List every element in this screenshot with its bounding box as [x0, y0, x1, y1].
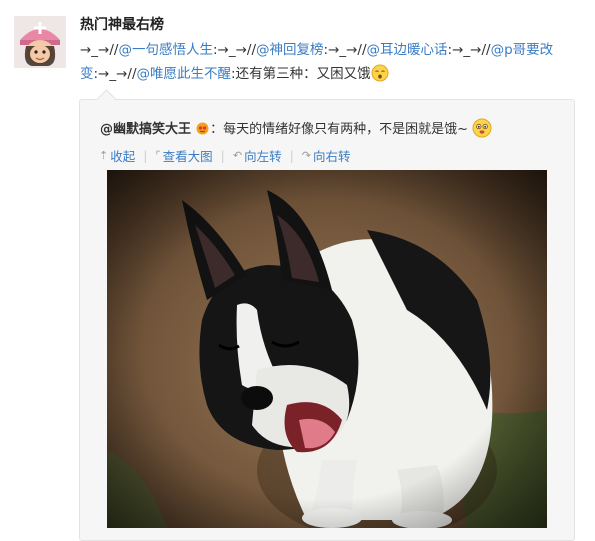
mention-link[interactable]: @神回复榜: [256, 42, 324, 58]
view-large-label: 查看大图: [162, 149, 213, 164]
post-text: →_→//@一句感悟人生:→_→//@神回复榜:→_→//@耳边暖心话:→_→/…: [80, 38, 580, 86]
view-large-button[interactable]: ⌜ 查看大图: [155, 146, 212, 165]
mention-link[interactable]: @唯愿此生不醒: [137, 66, 232, 82]
image-toolbar: ⇡ 收起 | ⌜ 查看大图 | ↶ 向左转 | ↷ 向右转: [99, 146, 351, 165]
yawning-dog-image: [107, 170, 547, 528]
rotate-right-button[interactable]: ↷ 向右转: [302, 146, 351, 165]
avatar[interactable]: [14, 16, 66, 68]
sleepy-face-emoji: [371, 64, 389, 82]
collapse-label: 收起: [110, 149, 136, 164]
post-author-name[interactable]: 热门神最右榜: [80, 14, 164, 34]
rotate-right-icon: ↷: [301, 149, 312, 162]
vip-badge-icon: [196, 122, 209, 135]
rotate-right-label: 向右转: [313, 149, 351, 164]
zoom-image-icon: ⌜: [155, 149, 161, 162]
rotate-left-button[interactable]: ↶ 向左转: [233, 146, 282, 165]
post-segment: :→_→//: [447, 42, 491, 58]
rotate-left-label: 向左转: [244, 149, 282, 164]
repost-text: ：每天的情绪好像只有两种，不是困就是饿~: [210, 122, 469, 137]
collapse-button[interactable]: ⇡ 收起: [99, 146, 135, 165]
post-segment: :→_→//: [212, 42, 257, 58]
collapse-arrow-icon: ⇡: [99, 149, 109, 162]
avatar-chopper-image: [14, 16, 66, 68]
repost-content: @幽默搞笑大王 ：每天的情绪好像只有两种，不是困就是饿~: [100, 118, 492, 138]
toolbar-divider: |: [220, 148, 225, 163]
toolbar-divider: |: [289, 148, 294, 163]
toolbar-divider: |: [143, 148, 148, 163]
rotate-left-icon: ↶: [232, 149, 243, 162]
post-segment: :→_→//: [323, 42, 367, 58]
repost-author-link[interactable]: @幽默搞笑大王: [100, 122, 191, 137]
mention-link[interactable]: @耳边暖心话: [367, 42, 448, 58]
drooling-face-emoji: [472, 118, 492, 138]
repost-photo[interactable]: [107, 170, 547, 528]
post-segment: :还有第三种：又困又饿: [231, 66, 371, 82]
post-segment: →_→//: [80, 42, 119, 58]
mention-link[interactable]: @一句感悟人生: [118, 42, 213, 58]
post-segment: :→_→//: [93, 66, 137, 82]
